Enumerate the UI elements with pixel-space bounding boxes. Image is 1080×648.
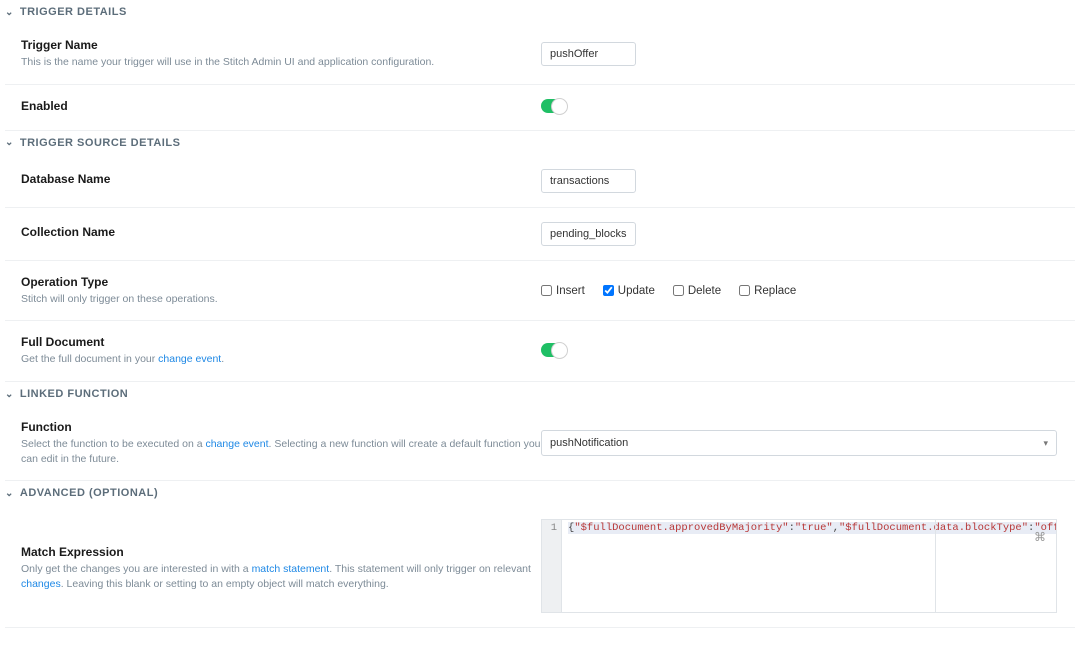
- chevron-down-icon: ▾: [1043, 438, 1048, 449]
- full-document-hint: Get the full document in your change eve…: [21, 352, 541, 367]
- section-advanced[interactable]: ⌄ ADVANCED (OPTIONAL): [5, 481, 1075, 505]
- operation-update-label: Update: [618, 285, 655, 297]
- editor-gutter: 1: [542, 520, 562, 612]
- match-statement-link[interactable]: match statement: [252, 563, 330, 575]
- section-title: TRIGGER DETAILS: [20, 6, 127, 18]
- section-trigger-details[interactable]: ⌄ TRIGGER DETAILS: [5, 0, 1075, 24]
- database-name-label: Database Name: [21, 172, 541, 186]
- operation-update[interactable]: Update: [603, 285, 655, 297]
- collection-name-input[interactable]: [541, 222, 636, 246]
- section-title: ADVANCED (OPTIONAL): [20, 487, 158, 499]
- full-document-label: Full Document: [21, 335, 541, 349]
- function-hint: Select the function to be executed on a …: [21, 437, 541, 466]
- operation-replace-label: Replace: [754, 285, 796, 297]
- operation-insert[interactable]: Insert: [541, 285, 585, 297]
- chevron-down-icon: ⌄: [5, 389, 14, 400]
- operation-replace[interactable]: Replace: [739, 285, 796, 297]
- editor-code[interactable]: {"$fullDocument.approvedByMajority":"tru…: [562, 520, 1056, 612]
- section-title: TRIGGER SOURCE DETAILS: [20, 137, 181, 149]
- enabled-toggle[interactable]: [541, 99, 567, 113]
- operation-delete-checkbox[interactable]: [673, 285, 684, 296]
- operation-update-checkbox[interactable]: [603, 285, 614, 296]
- trigger-name-hint: This is the name your trigger will use i…: [21, 55, 541, 70]
- match-expression-hint: Only get the changes you are interested …: [21, 562, 541, 591]
- trigger-name-label: Trigger Name: [21, 38, 541, 52]
- function-label: Function: [21, 420, 541, 434]
- function-select[interactable]: pushNotification ▾: [541, 430, 1057, 456]
- operation-replace-checkbox[interactable]: [739, 285, 750, 296]
- full-document-toggle[interactable]: [541, 343, 567, 357]
- chevron-down-icon: ⌄: [5, 488, 14, 499]
- changes-link[interactable]: changes: [21, 578, 61, 590]
- section-title: LINKED FUNCTION: [20, 388, 128, 400]
- operation-type-label: Operation Type: [21, 275, 541, 289]
- operation-delete-label: Delete: [688, 285, 721, 297]
- database-name-input[interactable]: [541, 169, 636, 193]
- chevron-down-icon: ⌄: [5, 7, 14, 18]
- operation-insert-checkbox[interactable]: [541, 285, 552, 296]
- change-event-link[interactable]: change event: [205, 438, 268, 450]
- operation-type-hint: Stitch will only trigger on these operat…: [21, 292, 541, 307]
- section-trigger-source-details[interactable]: ⌄ TRIGGER SOURCE DETAILS: [5, 131, 1075, 155]
- match-expression-editor[interactable]: 1 {"$fullDocument.approvedByMajority":"t…: [541, 519, 1057, 613]
- operation-insert-label: Insert: [556, 285, 585, 297]
- operation-type-options: Insert Update Delete Replace: [541, 285, 1075, 297]
- operation-delete[interactable]: Delete: [673, 285, 721, 297]
- chevron-down-icon: ⌄: [5, 137, 14, 148]
- editor-wrap-icon: ⌘: [1034, 530, 1046, 545]
- match-expression-label: Match Expression: [21, 545, 541, 559]
- section-linked-function[interactable]: ⌄ LINKED FUNCTION: [5, 382, 1075, 406]
- collection-name-label: Collection Name: [21, 225, 541, 239]
- enabled-label: Enabled: [21, 99, 541, 113]
- function-selected: pushNotification: [550, 437, 628, 449]
- change-event-link[interactable]: change event: [158, 353, 221, 365]
- trigger-name-input[interactable]: [541, 42, 636, 66]
